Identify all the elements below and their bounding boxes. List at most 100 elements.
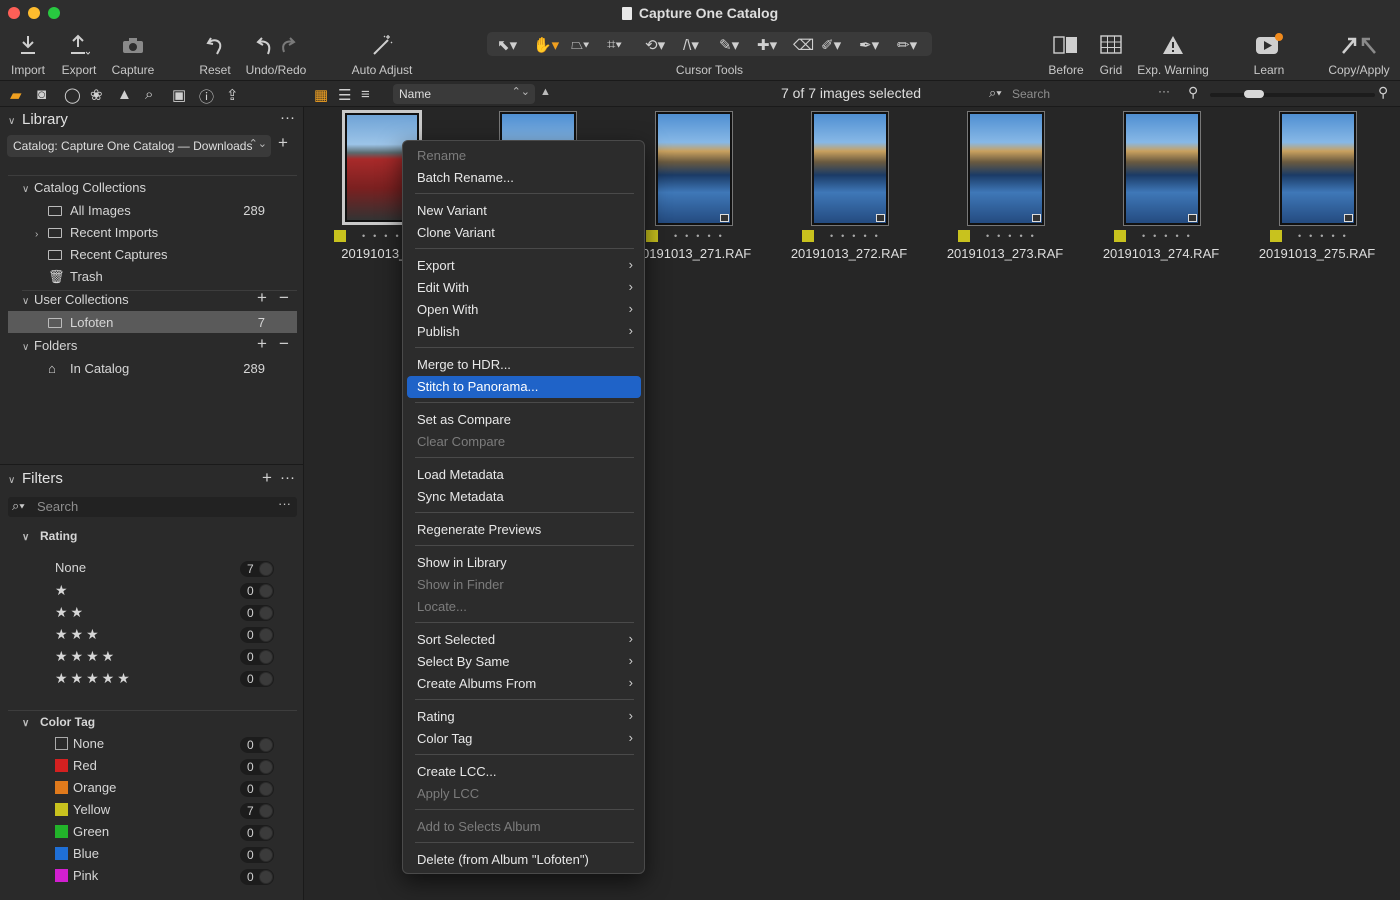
export-button[interactable]: Export [57,30,101,77]
library-tab-folder-icon[interactable]: ▰ [10,86,22,104]
menu-regenerate-previews[interactable]: Regenerate Previews [407,519,641,541]
brush-icon[interactable]: ✎▾ [719,36,739,54]
annotate-icon[interactable]: ✏▾ [897,36,917,54]
before-button[interactable]: Before [1045,30,1087,77]
add-folder-icon[interactable]: + [257,334,267,354]
thumbnail-image[interactable] [1123,111,1201,226]
library-section-header[interactable]: ∨ Library [8,111,68,128]
rating-count-toggle[interactable]: 7 [240,561,274,577]
menu-edit-with[interactable]: Edit With › [407,277,641,299]
details-view-icon[interactable]: ≡ [361,86,370,103]
thumbnail-size-slider[interactable] [1210,93,1375,97]
menu-create-albums-from[interactable]: Create Albums From › [407,673,641,695]
metadata-tab-info-icon[interactable]: ⓘ [199,86,214,107]
menu-set-compare[interactable]: Set as Compare [407,409,641,431]
more-options-icon[interactable]: ··· [1158,84,1170,98]
gradient-icon[interactable]: ✒▾ [859,36,879,54]
menu-publish[interactable]: Publish › [407,321,641,343]
select-cursor-icon[interactable]: ⬉▾ [497,36,517,54]
color-tag-yellow[interactable]: Yellow [55,802,110,817]
picker-icon[interactable]: ✐▾ [821,36,841,54]
thumbnail-image[interactable] [655,111,733,226]
menu-color-tag[interactable]: Color Tag › [407,728,641,750]
color-tab-circle-icon[interactable]: ◯ [64,86,81,104]
color-tag-filter-header[interactable]: ∨ Color Tag [22,715,95,729]
collection-trash[interactable]: 🗑 Trash [48,269,103,285]
thumbnail-image[interactable] [811,111,889,226]
color-tag-count-toggle[interactable]: 7 [240,803,274,819]
browser-search-field[interactable]: ⌕▾ Search ··· [985,84,1178,104]
menu-new-variant[interactable]: New Variant [407,200,641,222]
grid-view-icon[interactable]: ▦ [314,86,328,104]
library-more-icon[interactable]: ··· [280,109,295,126]
album-lofoten[interactable]: Lofoten [48,315,113,330]
color-tag-blue[interactable]: Blue [55,846,99,861]
guides-icon[interactable]: /\▾ [683,36,699,54]
exposure-tab-icon[interactable]: ▲ [117,86,132,103]
grid-button[interactable]: Grid [1094,30,1128,77]
yellow-color-tag[interactable] [1270,230,1282,242]
menu-clone-variant[interactable]: Clone Variant [407,222,641,244]
reset-button[interactable]: Reset [194,30,236,77]
remove-folder-icon[interactable]: − [279,334,289,354]
rating-stars[interactable]: ★★ [55,604,86,621]
rating-count-toggle[interactable]: 0 [240,605,274,621]
collection-recent-imports[interactable]: › Recent Imports [35,225,158,240]
menu-merge-hdr[interactable]: Merge to HDR... [407,354,641,376]
list-view-icon[interactable]: ☰ [338,86,351,104]
color-tag-count-toggle[interactable]: 0 [240,869,274,885]
color-tag-count-toggle[interactable]: 0 [240,781,274,797]
heal-icon[interactable]: ✚▾ [757,36,777,54]
color-tag-red[interactable]: Red [55,758,97,773]
color-tag-green[interactable]: Green [55,824,109,839]
rating-count-toggle[interactable]: 0 [240,649,274,665]
eraser-icon[interactable]: ⌫ [793,36,814,54]
adjustments-tab-clipboard-icon[interactable]: ▣ [172,86,186,104]
collection-all-images[interactable]: All Images [48,203,131,218]
slider-knob[interactable] [1244,90,1264,98]
zoom-out-icon[interactable]: ⚲ [1188,84,1198,101]
color-tag-none[interactable]: None [55,736,104,751]
menu-rating[interactable]: Rating › [407,706,641,728]
filters-search-field[interactable]: ⌕▾ Search ··· [8,496,297,517]
yellow-color-tag[interactable] [1114,230,1126,242]
thumbnail-image[interactable] [967,111,1045,226]
undo-redo-button[interactable]: Undo/Redo [245,30,307,77]
yellow-color-tag[interactable] [802,230,814,242]
user-collections-header[interactable]: ∨ User Collections [22,292,129,307]
pan-hand-icon[interactable]: ✋▾ [533,36,559,54]
rating-count-toggle[interactable]: 0 [240,671,274,687]
menu-create-lcc[interactable]: Create LCC... [407,761,641,783]
folders-header[interactable]: ∨ Folders [22,338,77,353]
import-button[interactable]: Import [6,30,50,77]
auto-adjust-button[interactable]: Auto Adjust [347,30,417,77]
catalog-select[interactable]: Catalog: Capture One Catalog — Downloads… [7,135,271,157]
menu-open-with[interactable]: Open With › [407,299,641,321]
collection-recent-captures[interactable]: Recent Captures [48,247,168,262]
output-tab-share-icon[interactable]: ⇪ [226,86,239,104]
capture-button[interactable]: Capture [108,30,158,77]
folder-in-catalog[interactable]: ⌂ In Catalog [48,361,129,376]
sort-select[interactable]: Name ⌃⌄ [393,84,535,104]
rating-none-label[interactable]: None [55,560,86,575]
rating-dots[interactable]: ••••• [986,231,1042,241]
zoom-in-icon[interactable]: ⚲ [1378,84,1388,101]
color-tag-orange[interactable]: Orange [55,780,116,795]
crop-icon[interactable]: ⌗▾ [607,36,622,53]
menu-select-by-same[interactable]: Select By Same › [407,651,641,673]
color-tag-pink[interactable]: Pink [55,868,98,883]
menu-export[interactable]: Export › [407,255,641,277]
rating-filter-header[interactable]: ∨ Rating [22,529,77,543]
menu-show-in-library[interactable]: Show in Library [407,552,641,574]
capture-tab-camera-icon[interactable]: ◙ [37,86,46,103]
menu-load-metadata[interactable]: Load Metadata [407,464,641,486]
keystone-icon[interactable]: ⏢▾ [571,36,589,53]
yellow-color-tag[interactable] [334,230,346,242]
rating-dots[interactable]: ••••• [1298,231,1354,241]
color-tag-count-toggle[interactable]: 0 [240,847,274,863]
color-tag-count-toggle[interactable]: 0 [240,737,274,753]
yellow-color-tag[interactable] [646,230,658,242]
rating-stars[interactable]: ★★★ [55,626,102,643]
rating-stars[interactable]: ★ [55,582,71,599]
filters-section-header[interactable]: ∨ Filters [8,470,63,487]
